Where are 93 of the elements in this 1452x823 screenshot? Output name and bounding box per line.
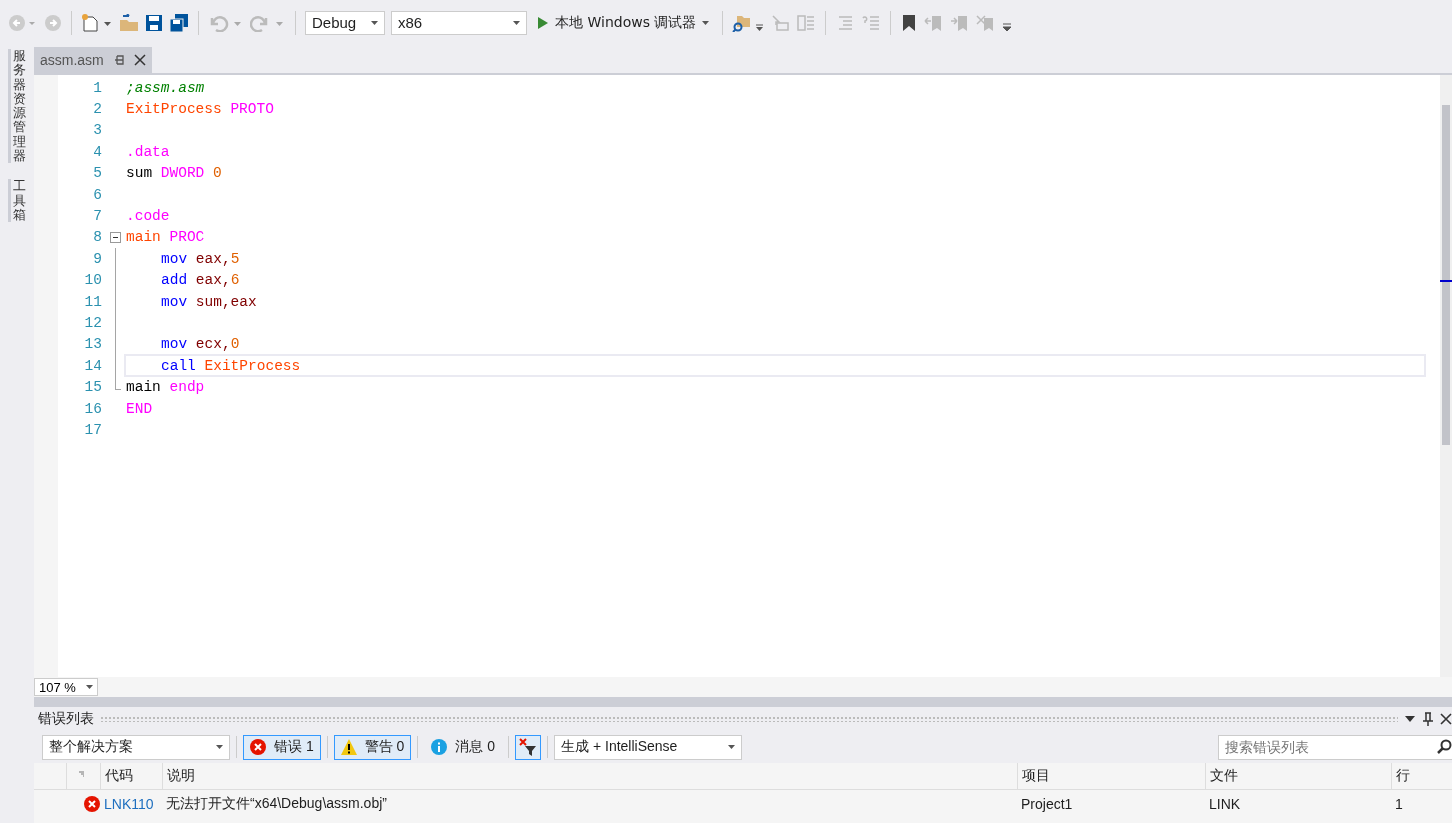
- code-token: .data: [126, 143, 170, 160]
- filter-toggle[interactable]: 错误 1: [243, 734, 321, 760]
- document-tab[interactable]: assm.asm: [34, 47, 152, 73]
- start-debugging-button[interactable]: 本地 Windows 调试器: [533, 13, 714, 32]
- line-number: 4: [92, 143, 103, 160]
- line-number: 6: [92, 186, 103, 203]
- new-file-icon[interactable]: [81, 13, 113, 32]
- search-field[interactable]: 搜索错误列表: [1218, 734, 1452, 760]
- caret-icon: [728, 745, 736, 749]
- code-token: DWORD: [160, 165, 206, 182]
- line-number: 12: [83, 315, 103, 331]
- filter-toggle[interactable]: 消息 0: [424, 734, 503, 760]
- code-token: .code: [126, 208, 170, 225]
- code-token: sum: [126, 165, 154, 182]
- save-icon[interactable]: [145, 13, 163, 32]
- error-code-link[interactable]: LNK110: [104, 796, 154, 812]
- code-token: sum,eax: [195, 293, 257, 310]
- source-dropdown[interactable]: 生成 + IntelliSense: [554, 734, 743, 760]
- caret-icon: [513, 20, 520, 25]
- side-tab[interactable]: 服务器资源管理器: [8, 49, 26, 164]
- close-icon[interactable]: [1440, 713, 1452, 725]
- caret-icon: [371, 20, 378, 25]
- code-token: ExitProcess: [204, 357, 301, 374]
- line-number: 13: [83, 336, 103, 353]
- column-header[interactable]: 代码: [100, 763, 162, 790]
- code-token: ExitProcess: [126, 101, 223, 118]
- configuration-dropdown[interactable]: Debug: [305, 10, 385, 35]
- code-token: ;assm.asm: [126, 79, 205, 96]
- code-token: eax,: [195, 272, 231, 289]
- code-token: 0: [213, 165, 222, 182]
- line-number: 15: [83, 379, 103, 396]
- close-icon[interactable]: [133, 54, 146, 66]
- code-token: mov: [161, 293, 189, 310]
- code-token: END: [126, 400, 153, 417]
- code-token: mov: [161, 336, 189, 353]
- line-number: 9: [92, 250, 103, 267]
- pin-icon[interactable]: [113, 54, 124, 66]
- line-number: 2: [92, 101, 103, 118]
- code-token: PROC: [169, 229, 205, 246]
- info-icon: [431, 739, 448, 755]
- error-icon: [250, 739, 266, 755]
- line-number: 17: [83, 421, 103, 438]
- caret-icon: [702, 20, 710, 25]
- column-header[interactable]: 行: [1391, 763, 1437, 790]
- code-token: call: [161, 357, 197, 374]
- open-folder-icon[interactable]: [119, 13, 139, 32]
- line-number: 7: [92, 208, 103, 225]
- line-number: 3: [92, 122, 103, 139]
- code-token: main: [126, 229, 162, 246]
- line-number: 1: [1395, 796, 1403, 812]
- code-token: eax,: [195, 250, 231, 267]
- line-number: 16: [83, 400, 103, 417]
- file-name: LINK: [1209, 796, 1241, 812]
- project-name: Project1: [1021, 796, 1073, 812]
- platform-dropdown[interactable]: x86: [391, 10, 527, 35]
- caret-icon: [86, 685, 93, 689]
- filter-icon: [519, 738, 538, 756]
- code-token: mov: [161, 250, 189, 267]
- side-tab[interactable]: 工具箱: [8, 179, 26, 223]
- filter-toggle[interactable]: 警告 0: [333, 734, 412, 760]
- pin-icon[interactable]: [1422, 712, 1434, 726]
- caret-position-marker: [1440, 280, 1452, 282]
- column-header[interactable]: 文件: [1205, 763, 1391, 790]
- save-all-icon[interactable]: [169, 13, 189, 32]
- zoom-dropdown[interactable]: 107 %: [34, 678, 98, 696]
- clear-filter-button[interactable]: [515, 734, 542, 760]
- caret-icon: [216, 745, 223, 749]
- column-header[interactable]: 说明: [162, 763, 1017, 790]
- scrollbar[interactable]: [1440, 75, 1452, 677]
- play-icon: [537, 15, 549, 30]
- code-token: add: [161, 272, 189, 289]
- collapse-icon[interactable]: [110, 231, 121, 243]
- scrollbar-thumb[interactable]: [1442, 105, 1450, 445]
- line-number: 11: [83, 293, 103, 310]
- panel-title: 错误列表: [38, 710, 94, 728]
- code-token: PROTO: [230, 101, 274, 118]
- line-number: 14: [83, 357, 103, 374]
- warning-icon: [340, 739, 357, 755]
- error-icon: [84, 796, 100, 812]
- code-token: main: [126, 379, 162, 396]
- code-token: endp: [169, 379, 205, 396]
- line-number: 8: [92, 229, 103, 246]
- line-number: 5: [92, 165, 103, 182]
- error-description: 无法打开文件“x64\Debug\assm.obj”: [166, 795, 387, 813]
- line-number: 10: [83, 272, 103, 289]
- column-header[interactable]: 项目: [1017, 763, 1205, 790]
- find-in-files-icon[interactable]: [732, 13, 765, 32]
- code-token: ecx,: [195, 336, 231, 353]
- line-number: 1: [92, 79, 103, 96]
- code-token: 5: [230, 250, 240, 267]
- scope-dropdown[interactable]: 整个解决方案: [42, 734, 230, 760]
- code-token: 0: [230, 336, 240, 353]
- code-token: 6: [230, 272, 240, 289]
